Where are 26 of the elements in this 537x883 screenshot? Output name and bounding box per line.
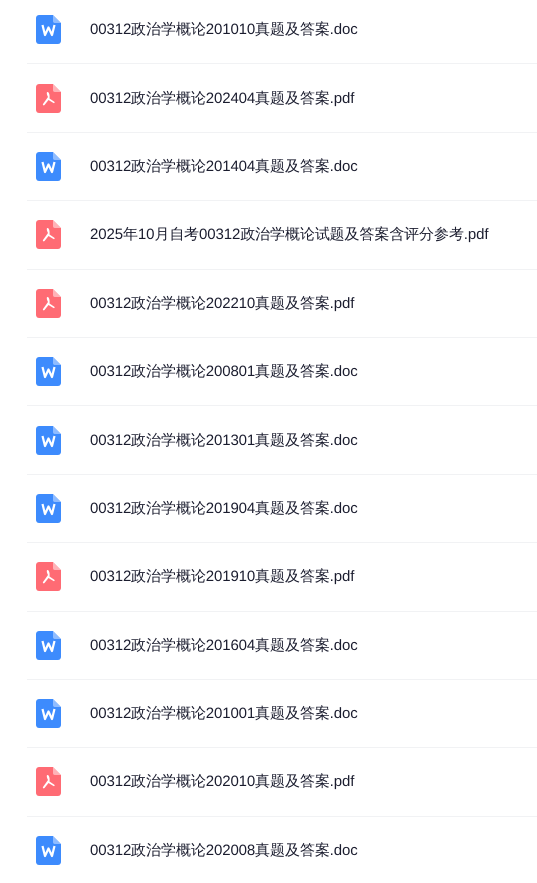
file-name[interactable]: 00312政治学概论202404真题及答案.pdf	[90, 88, 354, 108]
file-name[interactable]: 00312政治学概论202210真题及答案.pdf	[90, 294, 354, 313]
file-name[interactable]: 00312政治学概论201604真题及答案.doc	[90, 636, 358, 655]
pdf-document-icon	[36, 84, 61, 113]
pdf-document-icon	[36, 288, 61, 318]
file-name[interactable]: 00312政治学概论201910真题及答案.pdf	[90, 567, 354, 586]
word-document-icon	[36, 357, 61, 386]
file-name[interactable]: 00312政治学概论202010真题及答案.pdf	[90, 772, 354, 792]
word-document-icon	[36, 494, 61, 523]
file-name[interactable]: 00312政治学概论200801真题及答案.doc	[90, 362, 358, 382]
word-document-icon	[36, 836, 61, 865]
pdf-document-icon	[36, 767, 61, 796]
file-name[interactable]: 00312政治学概论201001真题及答案.doc	[90, 704, 358, 724]
file-name[interactable]: 2025年10月自考00312政治学概论试题及答案含评分参考.pdf	[90, 225, 488, 244]
word-document-icon	[36, 699, 61, 728]
file-name[interactable]: 00312政治学概论201010真题及答案.doc	[90, 20, 358, 40]
word-document-icon	[36, 630, 61, 660]
file-name[interactable]: 00312政治学概论201404真题及答案.doc	[90, 156, 358, 176]
file-name[interactable]: 00312政治学概论202008真题及答案.doc	[90, 840, 358, 860]
pdf-document-icon	[36, 562, 61, 592]
pdf-document-icon	[36, 220, 61, 250]
file-name[interactable]: 00312政治学概论201301真题及答案.doc	[90, 430, 358, 450]
file-name[interactable]: 00312政治学概论201904真题及答案.doc	[90, 498, 358, 518]
word-document-icon	[36, 152, 61, 181]
word-document-icon	[36, 15, 61, 44]
word-document-icon	[36, 426, 61, 455]
